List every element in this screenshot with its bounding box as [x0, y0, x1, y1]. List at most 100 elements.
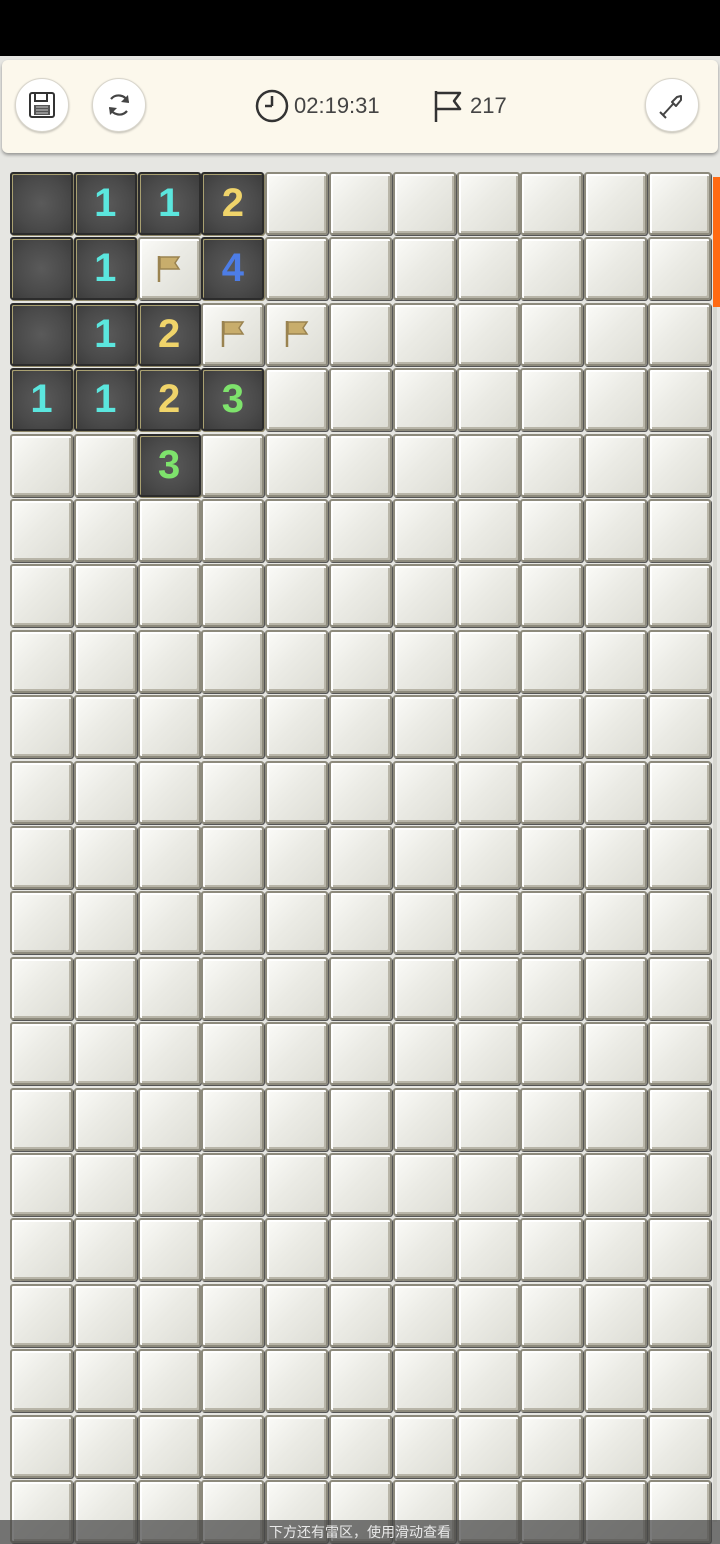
- covered-cell[interactable]: [648, 1218, 711, 1282]
- covered-cell[interactable]: [10, 1153, 73, 1216]
- covered-cell[interactable]: [584, 956, 648, 1020]
- covered-cell[interactable]: [392, 1414, 456, 1478]
- revealed-cell[interactable]: 2: [201, 172, 265, 235]
- covered-cell[interactable]: [584, 172, 648, 235]
- covered-cell[interactable]: [584, 237, 648, 301]
- covered-cell[interactable]: [265, 629, 329, 693]
- revealed-cell[interactable]: 1: [10, 368, 73, 432]
- covered-cell[interactable]: [520, 564, 584, 628]
- covered-cell[interactable]: [456, 1087, 520, 1151]
- revealed-cell[interactable]: 3: [201, 368, 265, 432]
- covered-cell[interactable]: [10, 1022, 73, 1086]
- covered-cell[interactable]: [201, 564, 265, 628]
- covered-cell[interactable]: [73, 1153, 137, 1216]
- covered-cell[interactable]: [329, 1022, 392, 1086]
- flagged-cell[interactable]: [201, 302, 265, 366]
- covered-cell[interactable]: [10, 956, 73, 1020]
- covered-cell[interactable]: [265, 1349, 329, 1413]
- covered-cell[interactable]: [329, 1283, 392, 1347]
- restart-button[interactable]: [92, 78, 146, 132]
- covered-cell[interactable]: [201, 1349, 265, 1413]
- covered-cell[interactable]: [265, 499, 329, 562]
- covered-cell[interactable]: [265, 1153, 329, 1216]
- covered-cell[interactable]: [137, 826, 201, 889]
- covered-cell[interactable]: [201, 1414, 265, 1478]
- covered-cell[interactable]: [520, 1283, 584, 1347]
- covered-cell[interactable]: [584, 499, 648, 562]
- covered-cell[interactable]: [520, 695, 584, 759]
- covered-cell[interactable]: [456, 1414, 520, 1478]
- covered-cell[interactable]: [392, 1349, 456, 1413]
- covered-cell[interactable]: [73, 1218, 137, 1282]
- covered-cell[interactable]: [456, 368, 520, 432]
- covered-cell[interactable]: [329, 1087, 392, 1151]
- covered-cell[interactable]: [201, 1218, 265, 1282]
- covered-cell[interactable]: [648, 1414, 711, 1478]
- covered-cell[interactable]: [265, 695, 329, 759]
- covered-cell[interactable]: [201, 1283, 265, 1347]
- covered-cell[interactable]: [201, 891, 265, 955]
- covered-cell[interactable]: [648, 1022, 711, 1086]
- covered-cell[interactable]: [456, 302, 520, 366]
- covered-cell[interactable]: [456, 826, 520, 889]
- covered-cell[interactable]: [10, 695, 73, 759]
- covered-cell[interactable]: [520, 826, 584, 889]
- covered-cell[interactable]: [265, 172, 329, 235]
- covered-cell[interactable]: [648, 564, 711, 628]
- covered-cell[interactable]: [520, 172, 584, 235]
- covered-cell[interactable]: [137, 695, 201, 759]
- covered-cell[interactable]: [73, 1414, 137, 1478]
- covered-cell[interactable]: [648, 172, 711, 235]
- covered-cell[interactable]: [392, 1022, 456, 1086]
- covered-cell[interactable]: [584, 1283, 648, 1347]
- covered-cell[interactable]: [392, 499, 456, 562]
- covered-cell[interactable]: [392, 302, 456, 366]
- covered-cell[interactable]: [456, 564, 520, 628]
- covered-cell[interactable]: [73, 499, 137, 562]
- covered-cell[interactable]: [520, 499, 584, 562]
- covered-cell[interactable]: [456, 760, 520, 824]
- covered-cell[interactable]: [456, 237, 520, 301]
- revealed-cell[interactable]: [10, 302, 73, 366]
- covered-cell[interactable]: [10, 760, 73, 824]
- covered-cell[interactable]: [392, 1087, 456, 1151]
- scroll-track[interactable]: [713, 307, 717, 1522]
- covered-cell[interactable]: [648, 368, 711, 432]
- covered-cell[interactable]: [520, 237, 584, 301]
- covered-cell[interactable]: [329, 826, 392, 889]
- covered-cell[interactable]: [520, 1022, 584, 1086]
- covered-cell[interactable]: [137, 891, 201, 955]
- covered-cell[interactable]: [137, 629, 201, 693]
- covered-cell[interactable]: [137, 1283, 201, 1347]
- covered-cell[interactable]: [584, 1349, 648, 1413]
- covered-cell[interactable]: [73, 956, 137, 1020]
- covered-cell[interactable]: [10, 564, 73, 628]
- covered-cell[interactable]: [648, 237, 711, 301]
- revealed-cell[interactable]: 3: [137, 433, 201, 497]
- covered-cell[interactable]: [73, 1022, 137, 1086]
- covered-cell[interactable]: [10, 1349, 73, 1413]
- covered-cell[interactable]: [648, 499, 711, 562]
- covered-cell[interactable]: [329, 433, 392, 497]
- covered-cell[interactable]: [392, 433, 456, 497]
- covered-cell[interactable]: [73, 760, 137, 824]
- revealed-cell[interactable]: [10, 172, 73, 235]
- covered-cell[interactable]: [584, 368, 648, 432]
- covered-cell[interactable]: [392, 695, 456, 759]
- covered-cell[interactable]: [10, 826, 73, 889]
- covered-cell[interactable]: [584, 433, 648, 497]
- covered-cell[interactable]: [73, 1087, 137, 1151]
- covered-cell[interactable]: [329, 1349, 392, 1413]
- covered-cell[interactable]: [10, 433, 73, 497]
- covered-cell[interactable]: [648, 1349, 711, 1413]
- covered-cell[interactable]: [329, 237, 392, 301]
- covered-cell[interactable]: [520, 302, 584, 366]
- covered-cell[interactable]: [584, 1022, 648, 1086]
- covered-cell[interactable]: [73, 695, 137, 759]
- covered-cell[interactable]: [329, 629, 392, 693]
- covered-cell[interactable]: [392, 1153, 456, 1216]
- covered-cell[interactable]: [456, 172, 520, 235]
- covered-cell[interactable]: [137, 1022, 201, 1086]
- covered-cell[interactable]: [648, 760, 711, 824]
- covered-cell[interactable]: [520, 368, 584, 432]
